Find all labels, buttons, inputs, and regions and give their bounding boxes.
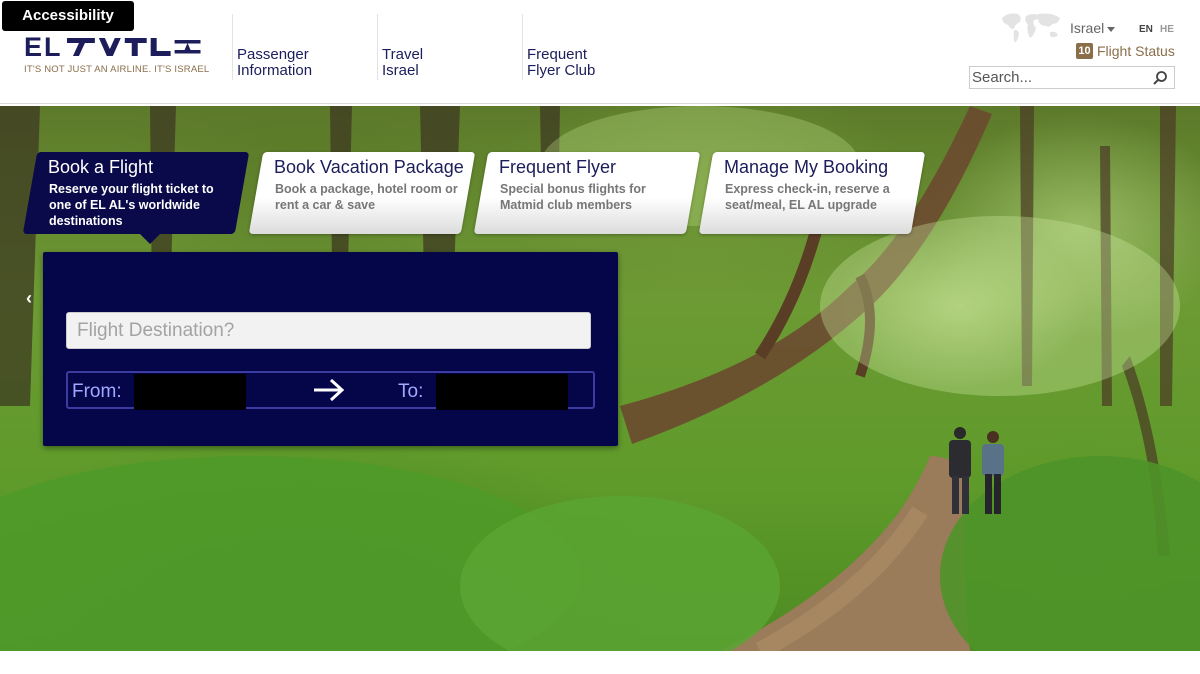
from-field[interactable] <box>134 374 246 410</box>
tab-manage-my-booking[interactable]: Manage My Booking Express check-in, rese… <box>698 152 926 234</box>
to-field[interactable] <box>436 374 568 410</box>
search-icon[interactable] <box>1152 70 1168 86</box>
route-selector: From: To: <box>66 371 595 410</box>
tab-description-line1: Special bonus flights for <box>500 182 646 196</box>
tab-description-line2: seat/meal, EL AL upgrade <box>725 198 877 212</box>
nav-label-line1: Frequent <box>527 46 588 63</box>
carousel-prev-arrow-icon[interactable]: ‹ <box>26 288 32 309</box>
arrow-right-icon <box>314 378 345 402</box>
flight-destination-input[interactable] <box>66 312 591 349</box>
tab-book-a-flight[interactable]: Book a Flight Reserve your flight ticket… <box>22 152 250 244</box>
flight-status-link[interactable]: 10 Flight Status <box>1076 43 1175 59</box>
nav-label-line2: Israel <box>382 62 419 79</box>
tab-pointer <box>140 234 160 244</box>
logo-text: EL <box>24 32 63 62</box>
tab-title: Frequent Flyer <box>499 157 617 177</box>
nav-travel-israel[interactable]: Travel Israel <box>377 14 423 80</box>
logo-mark: EL <box>24 32 204 62</box>
nav-label-line2: Information <box>237 62 313 79</box>
search-box <box>969 66 1175 89</box>
nav-label-line1: Passenger <box>237 46 309 63</box>
to-label: To: <box>398 381 424 402</box>
tab-description-line1: Book a package, hotel room or <box>275 182 458 196</box>
world-map-icon <box>1002 13 1060 43</box>
from-label: From: <box>72 381 122 402</box>
tab-title: Book a Flight <box>48 157 154 177</box>
language-en-link[interactable]: EN <box>1139 24 1153 35</box>
tab-description: Book a package, hotel room or rent a car… <box>256 181 468 213</box>
tab-description-line2: Matmid club members <box>500 198 632 212</box>
flight-status-icon: 10 <box>1076 43 1093 59</box>
hero-banner: ‹ Book a Flight Reserve your flight tick… <box>0 106 1200 651</box>
accessibility-button[interactable]: Accessibility <box>2 1 134 31</box>
nav-label-line1: Travel <box>382 46 424 63</box>
tab-description: Special bonus flights for Matmid club me… <box>481 181 693 213</box>
country-selector[interactable]: Israel <box>1070 20 1116 36</box>
tab-book-vacation-package[interactable]: Book Vacation Package Book a package, ho… <box>248 152 476 234</box>
site-header: Accessibility EL IT'S NOT JUST AN AIRLIN… <box>0 0 1200 104</box>
elal-logo[interactable]: EL IT'S NOT JUST AN AIRLINE. IT'S ISRAEL <box>24 32 210 80</box>
tab-description: Reserve your flight ticket to one of EL … <box>49 182 214 228</box>
tab-frequent-flyer[interactable]: Frequent Flyer Special bonus flights for… <box>473 152 701 234</box>
tab-description: Express check-in, reserve a seat/meal, E… <box>706 181 918 213</box>
tab-description-line2: rent a car & save <box>275 198 376 212</box>
logo-tagline: IT'S NOT JUST AN AIRLINE. IT'S ISRAEL <box>24 64 210 75</box>
tab-title: Book Vacation Package <box>274 157 464 177</box>
flight-booking-panel: From: To: <box>43 252 618 446</box>
tab-title: Manage My Booking <box>724 157 889 177</box>
chevron-down-icon <box>1107 26 1116 32</box>
nav-frequent-flyer-club[interactable]: Frequent Flyer Club <box>522 14 595 80</box>
logo-hebrew-glyphs-icon <box>66 38 201 56</box>
search-input[interactable] <box>970 67 1150 88</box>
language-he-link[interactable]: HE <box>1160 24 1174 35</box>
tab-description-line1: Express check-in, reserve a <box>725 182 890 196</box>
nav-label-line2: Flyer Club <box>527 62 596 79</box>
country-label: Israel <box>1070 20 1105 36</box>
nav-passenger-information[interactable]: Passenger Information <box>232 14 312 80</box>
page-footer-strip <box>0 651 1200 674</box>
flight-status-label: Flight Status <box>1097 43 1175 59</box>
